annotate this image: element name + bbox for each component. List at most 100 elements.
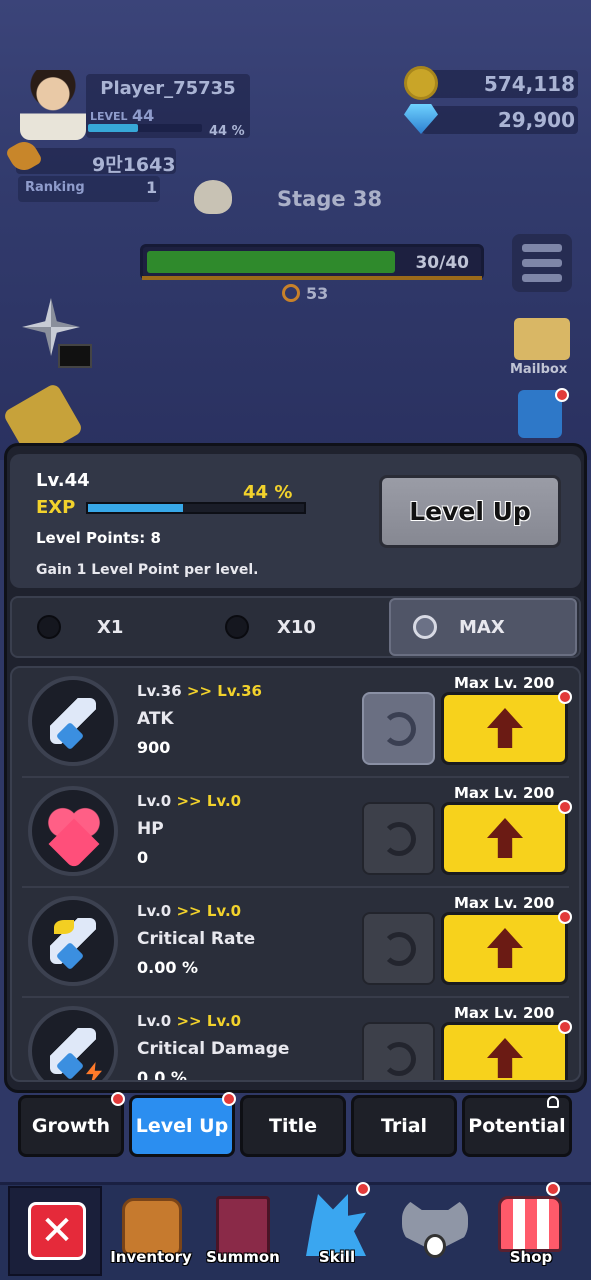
stat-level-text: Lv.0 >> Lv.0 [137,902,241,920]
stat-upgrade-button[interactable] [441,802,568,875]
nav-shop[interactable]: Shop [484,1182,578,1276]
exp-label: EXP [36,497,76,518]
tab-potential-label: Potential [468,1115,566,1137]
stat-reset-button[interactable] [362,912,435,985]
stat-value: 900 [137,738,171,757]
nav-inventory[interactable]: Inventory [104,1186,198,1276]
nav-skill[interactable]: Skill [290,1182,384,1276]
stat-name: Critical Rate [137,929,256,949]
sword-hilt [55,721,85,751]
tab-level-up[interactable]: Level Up [129,1092,236,1157]
stage-progress-fill [147,251,395,273]
sword-icon [50,698,96,751]
up-arrow-icon [487,818,523,858]
coin-value: 574,118 [483,72,575,96]
video-ad-icon [58,344,92,368]
timer-value: 53 [306,284,329,303]
nav-pet-locked[interactable] [388,1186,482,1276]
stat-upgrade-button[interactable] [441,692,568,765]
stat-level-to: >> Lv.0 [176,1012,242,1030]
level-up-button[interactable]: Level Up [379,475,561,548]
nav-summon[interactable]: Summon [196,1186,290,1276]
tab-level-up-label: Level Up [135,1115,229,1137]
stat-value: 0 [137,848,149,867]
tab-growth[interactable]: Growth [18,1092,125,1157]
multiplier-x10-radio[interactable] [225,615,249,639]
stat-reset-button[interactable] [362,1022,435,1080]
reset-icon [382,712,416,746]
sword-hilt [55,1051,85,1080]
stat-upgrade-button[interactable] [441,1022,568,1080]
player-level-label: LEVEL [90,110,128,123]
stat-icon-frame [28,896,118,986]
heart-icon [46,806,102,870]
close-button[interactable]: ✕ [8,1186,102,1276]
close-icon: ✕ [28,1202,86,1260]
stat-level-text: Lv.0 >> Lv.0 [137,1012,241,1030]
lightning-sword-icon [50,1028,102,1080]
stat-level-text: Lv.36 >> Lv.36 [137,682,262,700]
tab-trial[interactable]: Trial [351,1095,457,1157]
player-xp-percent: 44 % [209,124,245,139]
stat-level-from: Lv.0 [137,1012,172,1030]
player-avatar[interactable] [20,70,86,140]
stat-reset-button[interactable] [362,692,435,765]
stat-reset-button[interactable] [362,802,435,875]
exp-bar-fill [88,504,184,512]
shop-icon [498,1196,562,1252]
ranking-value: 1 [146,178,158,197]
menu-button[interactable] [512,234,572,292]
stats-list: Lv.36 >> Lv.36 ATK 900 Max Lv. 200 Lv.0 … [10,666,581,1082]
nav-skill-badge [356,1182,370,1196]
multiplier-max-radio[interactable] [413,615,437,639]
stat-name: HP [137,819,164,839]
current-level-label: Lv.44 [36,470,90,491]
lock-icon [547,1096,559,1108]
quest-notification-dot [555,388,569,402]
mailbox-icon[interactable] [514,318,570,360]
menu-line-icon [522,274,562,282]
stage-label: Stage 38 [277,187,383,211]
lock-icon [424,1234,446,1258]
stat-max-level: Max Lv. 200 [454,674,555,692]
stat-max-level: Max Lv. 200 [454,784,555,802]
skill-icon [306,1194,366,1256]
reset-icon [382,1042,416,1076]
tab-title[interactable]: Title [240,1095,346,1157]
stat-name: Critical Damage [137,1039,290,1059]
multiplier-max-label[interactable]: MAX [459,617,505,638]
lightning-accent [86,1062,102,1080]
tab-growth-badge [111,1092,125,1106]
upgrade-notification-dot [558,1020,572,1034]
up-arrow-icon [487,928,523,968]
stat-level-to: >> Lv.36 [186,682,262,700]
stage-bar-underline [142,276,482,280]
stat-max-level: Max Lv. 200 [454,894,555,912]
player-name: Player_75735 [100,78,236,99]
multiplier-x1-radio[interactable] [37,615,61,639]
stat-level-from: Lv.0 [137,902,172,920]
nav-skill-label: Skill [318,1248,356,1266]
tab-trial-label: Trial [380,1115,428,1137]
nav-summon-label: Summon [206,1248,280,1266]
stat-level-from: Lv.0 [137,792,172,810]
tab-title-label: Title [269,1115,317,1137]
upgrade-notification-dot [558,910,572,924]
heart-bottom [48,818,100,870]
nav-inventory-label: Inventory [110,1248,192,1266]
reset-icon [382,822,416,856]
player-level-value: 44 [132,106,155,125]
menu-line-icon [522,259,562,267]
stat-max-level: Max Lv. 200 [454,1004,555,1022]
multiplier-x10-label[interactable]: X10 [277,617,316,638]
player-xp-fill [88,124,139,132]
up-arrow-icon [487,708,523,748]
stat-name: ATK [137,709,174,729]
stat-row-hp: Lv.0 >> Lv.0 HP 0 Max Lv. 200 [12,778,579,888]
game-background [0,0,591,460]
tab-potential[interactable]: Potential [462,1095,572,1157]
nav-shop-label: Shop [509,1248,553,1266]
multiplier-x1-label[interactable]: X1 [97,617,123,638]
stat-row-critical-damage: Lv.0 >> Lv.0 Critical Damage 0.0 % Max L… [12,998,579,1080]
stat-upgrade-button[interactable] [441,912,568,985]
